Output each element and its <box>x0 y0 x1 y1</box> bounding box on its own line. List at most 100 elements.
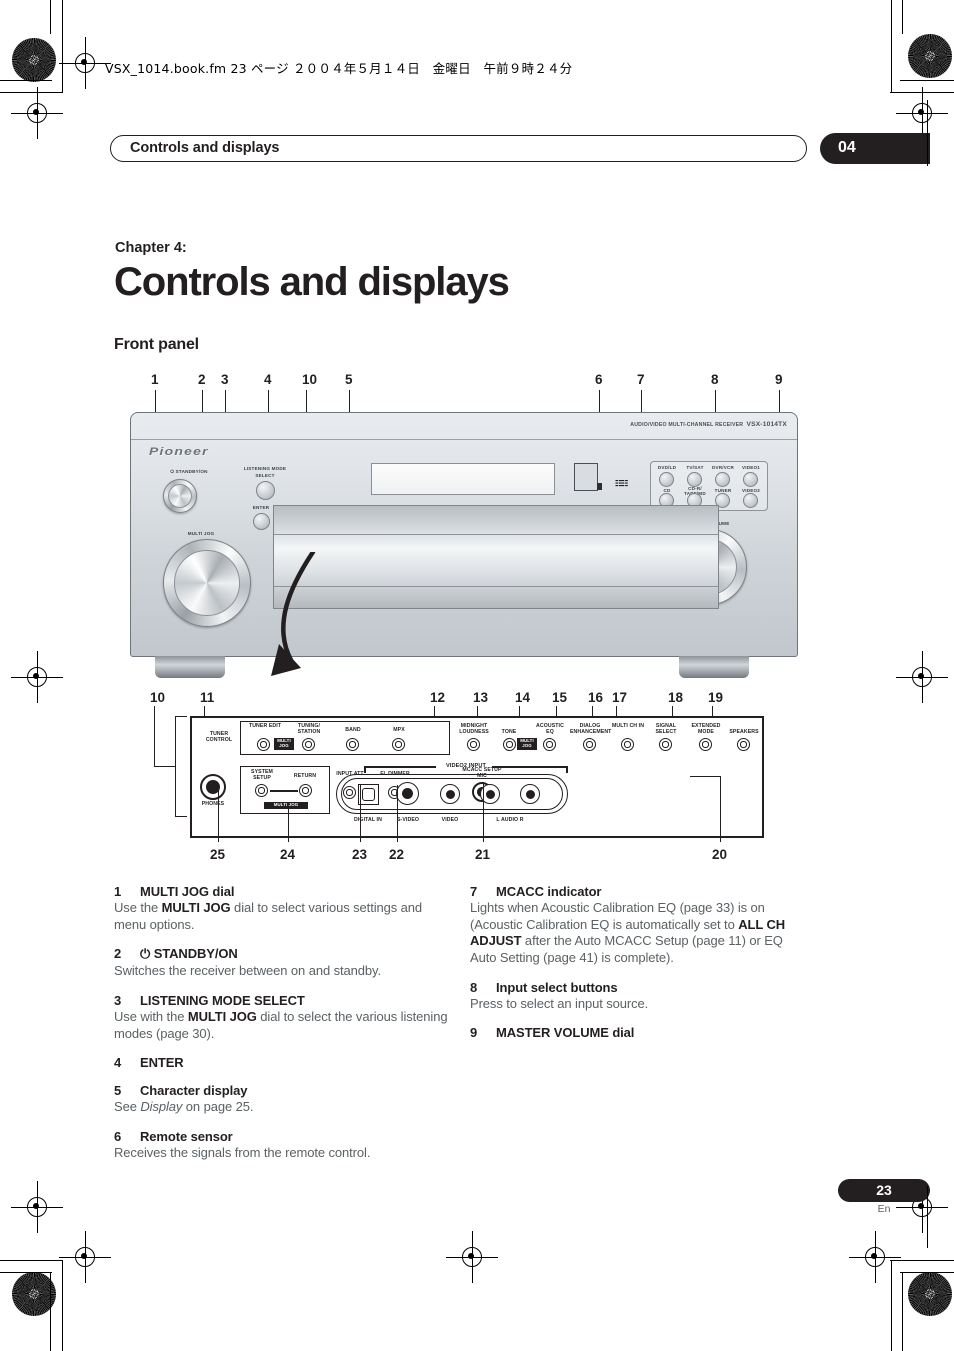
callout-23: 23 <box>352 847 368 862</box>
callout-16: 16 <box>588 690 604 705</box>
callout-5: 5 <box>345 372 353 387</box>
system-setup-button[interactable] <box>255 784 268 797</box>
item-3-description: Use with the MULTI JOG dial to select th… <box>114 1008 448 1041</box>
callout-18: 18 <box>668 690 684 705</box>
speakers-label: SPEAKERS <box>729 729 759 735</box>
multi-ch-in-label: MULTI CH IN <box>611 723 645 729</box>
running-head-label: Controls and displays <box>130 140 280 156</box>
multi-jog-tag-3: MULTI JOG <box>264 802 308 809</box>
tuner-edit-label: TUNER EDIT <box>248 723 282 729</box>
acoustic-eq-button[interactable] <box>543 738 556 751</box>
acoustic-eq-label: ACOUSTIC EQ <box>536 723 564 735</box>
left-text-column: 1 MULTI JOG dial Use the MULTI JOG dial to… <box>114 884 449 1174</box>
item-8-label: Input select buttons <box>496 979 618 995</box>
crop-mark <box>902 1272 903 1351</box>
multi-ch-in-button[interactable] <box>621 738 634 751</box>
tuning-station-label: TUNING/ STATION <box>297 723 321 735</box>
multi-jog-dial[interactable] <box>163 539 251 627</box>
crop-mark <box>0 1272 52 1273</box>
speakers-button[interactable] <box>737 738 750 751</box>
input-button-tv-sat[interactable] <box>687 472 702 487</box>
registration-mark-icon <box>896 87 948 139</box>
callout-10: 10 <box>150 690 166 705</box>
input-label-tv-sat: TV/SAT <box>686 465 704 470</box>
signal-select-label: SIGNAL SELECT <box>655 723 677 735</box>
item-2-heading: 2 ⏻ STANDBY/ON <box>114 946 449 962</box>
return-button[interactable] <box>299 784 312 797</box>
tuning-station-button[interactable] <box>302 738 315 751</box>
s-video-jack[interactable] <box>396 782 419 805</box>
input-label-video1: VIDEO1 <box>741 465 761 470</box>
chapter-number-label: 04 <box>838 139 856 156</box>
midnight-loudness-button[interactable] <box>467 738 480 751</box>
dialog-enhancement-button[interactable] <box>583 738 596 751</box>
model-prefix: AUDIO/VIDEO MULTI-CHANNEL RECEIVER <box>630 422 744 428</box>
registration-mark-icon <box>59 37 111 89</box>
signal-select-button[interactable] <box>659 738 672 751</box>
multi-jog-tag-1: MULTI JOG <box>274 738 294 750</box>
listening-mode-select-button[interactable] <box>256 481 275 500</box>
tone-label: TONE <box>501 729 517 735</box>
item-3-number: 3 <box>114 992 122 1008</box>
crop-mark <box>0 80 52 81</box>
video2-bracket-top <box>364 766 436 768</box>
input-button-video2[interactable] <box>743 493 758 508</box>
input-button-video1[interactable] <box>743 472 758 487</box>
tuner-control-label: TUNER CONTROL <box>205 731 233 743</box>
mpx-label: MPX <box>393 727 405 733</box>
input-button-dvd-ld[interactable] <box>659 472 674 487</box>
receiver-foot-left <box>155 656 225 678</box>
page-title: Controls and displays <box>114 260 510 304</box>
item-5-number: 5 <box>114 1083 122 1099</box>
chapter-badge-rule <box>927 100 928 166</box>
phones-jack[interactable] <box>200 774 226 800</box>
extended-mode-button[interactable] <box>699 738 712 751</box>
extended-mode-label: EXTENDED MODE <box>691 723 721 735</box>
lower-control-panel: TUNER CONTROL TUNER EDIT MULTI JOG TUNIN… <box>190 716 764 838</box>
audio-lr-label: L AUDIO R <box>496 817 524 823</box>
callout-7: 7 <box>637 372 645 387</box>
input-label-dvr-vcr: DVR/VCR <box>711 465 735 470</box>
mpx-button[interactable] <box>392 738 405 751</box>
standby-label: ⏻ STANDBY/ON <box>170 469 208 474</box>
band-label: BAND <box>345 727 361 733</box>
video-jack[interactable] <box>440 784 460 804</box>
system-setup-label: SYSTEM SETUP <box>251 769 273 781</box>
flap-divider <box>274 534 718 535</box>
enter-button[interactable] <box>253 513 270 530</box>
video2-input-title: VIDEO2 INPUT <box>445 763 487 769</box>
callout-8: 8 <box>711 372 719 387</box>
registration-mark-icon <box>896 651 948 703</box>
starburst-target-icon <box>908 1272 952 1316</box>
video2-bracket-tick <box>566 766 568 773</box>
multi-jog-label: MULTI JOG <box>187 531 215 536</box>
standby-on-button[interactable] <box>163 479 197 513</box>
item-6-label: Remote sensor <box>140 1128 233 1144</box>
callout-11: 11 <box>200 690 215 705</box>
tone-button[interactable] <box>503 738 516 751</box>
item-9-heading: 9 MASTER VOLUME dial <box>470 1025 805 1040</box>
pointer-arrow-icon <box>271 552 316 676</box>
page-number-label: 23 <box>876 1182 892 1198</box>
callout-2: 2 <box>198 372 206 387</box>
item-5-description: See Display on page 25. <box>114 1099 254 1115</box>
crop-mark <box>0 92 63 93</box>
page-language-label: En <box>877 1203 891 1215</box>
item-9-number: 9 <box>470 1025 478 1041</box>
callout-22: 22 <box>389 847 405 862</box>
midnight-loudness-label: MIDNIGHT LOUDNESS <box>459 723 489 735</box>
band-button[interactable] <box>346 738 359 751</box>
tuner-edit-button[interactable] <box>257 738 270 751</box>
callout-10-top: 10 <box>302 372 318 387</box>
running-head: Controls and displays <box>110 135 807 162</box>
lower-panel-figure: 10 11 12 13 14 15 16 17 18 19 TUNER CONT… <box>130 690 830 865</box>
input-label-dvd-ld: DVD/LD <box>657 465 677 470</box>
s-video-label: S-VIDEO <box>396 817 420 823</box>
item-2-label: ⏻ STANDBY/ON <box>140 946 238 962</box>
callout-9: 9 <box>775 372 783 387</box>
leader-line <box>154 706 156 766</box>
audio-right-jack[interactable] <box>520 784 540 804</box>
callout-6: 6 <box>595 372 603 387</box>
setup-return-connector <box>270 790 298 792</box>
input-button-dvr-vcr[interactable] <box>715 472 730 487</box>
